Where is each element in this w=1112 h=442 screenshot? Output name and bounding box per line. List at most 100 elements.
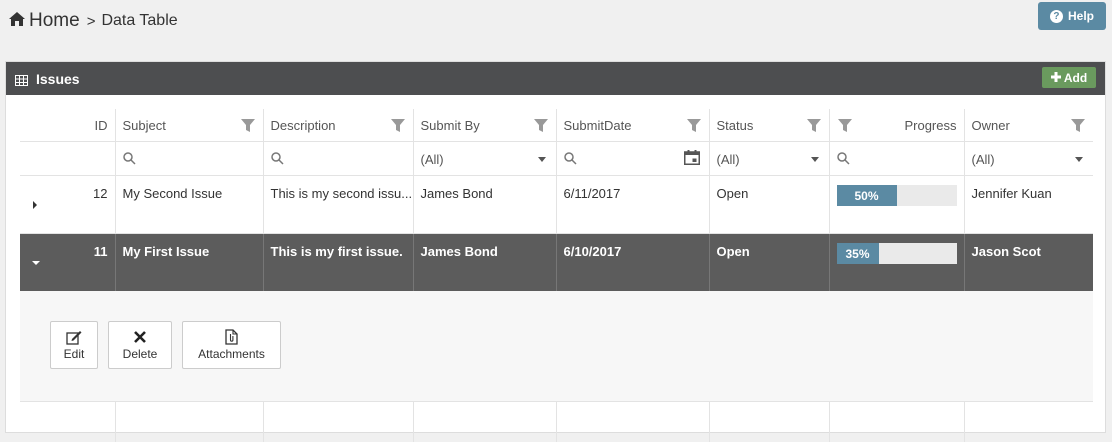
filter-owner[interactable]: (All) [964,142,1093,176]
column-header-subject[interactable]: Subject [115,109,263,142]
filter-select-value: (All) [421,152,444,167]
cell-owner: Jason Scot [964,234,1093,292]
panel-title: Issues [36,71,80,87]
cell-submit-by: James Bond [413,234,556,292]
cell-description: This is my second issu... [263,176,413,234]
issues-panel: Issues Add ID Subject Description Submit… [5,61,1106,433]
empty-cell [964,402,1093,442]
cell-subject: My Second Issue [115,176,263,234]
filter-submit-date[interactable] [556,142,709,176]
filter-funnel-icon[interactable] [687,119,701,135]
filter-funnel-icon[interactable] [807,119,821,135]
filter-funnel-icon[interactable] [241,119,255,135]
column-header-submit-date[interactable]: SubmitDate [556,109,709,142]
cell-value: Jennifer Kuan [972,186,1052,201]
cell-status: Open [709,234,829,292]
table-row-selected[interactable]: 11 My First Issue This is my first issue… [20,234,1093,292]
filter-progress[interactable] [829,142,964,176]
column-label: Owner [972,118,1010,133]
cell-owner: Jennifer Kuan [964,176,1093,234]
column-header-description[interactable]: Description [263,109,413,142]
cell-value: This is my first issue. [271,244,403,259]
edit-button-label: Edit [64,347,85,361]
cell-status: Open [709,176,829,234]
filter-status[interactable]: (All) [709,142,829,176]
filter-funnel-icon[interactable] [534,119,548,135]
question-circle-icon: ? [1050,10,1063,23]
column-header-progress[interactable]: Progress [829,109,964,142]
column-label: Progress [904,118,956,133]
breadcrumb-home-link[interactable]: Home [29,10,80,32]
row-detail-panel: Edit Delete Attachments [20,291,1093,402]
filter-description[interactable] [263,142,413,176]
cell-description: This is my first issue. [263,234,413,292]
filter-select-value: (All) [717,152,740,167]
attachments-button[interactable]: Attachments [182,321,281,369]
home-icon[interactable] [9,12,25,31]
empty-cell [263,402,413,442]
empty-cell [709,402,829,442]
header-row: ID Subject Description Submit By SubmitD… [20,109,1093,142]
cell-value: Jason Scot [972,244,1041,259]
table-row[interactable]: 12 My Second Issue This is my second iss… [20,176,1093,234]
plus-icon [1051,71,1061,85]
column-label: Status [717,118,754,133]
progress-bar: 50% [837,185,957,206]
cell-id: 12 [20,176,115,234]
filter-funnel-icon[interactable] [838,119,852,135]
filter-cell-id [20,142,115,176]
cell-subject: My First Issue [115,234,263,292]
filter-subject[interactable] [115,142,263,176]
filter-submit-by[interactable]: (All) [413,142,556,176]
add-button[interactable]: Add [1042,67,1096,88]
search-icon [123,152,136,168]
delete-button-label: Delete [123,347,158,361]
collapse-row-icon[interactable] [32,261,40,265]
cell-submit-by: James Bond [413,176,556,234]
cell-value: James Bond [421,186,493,201]
filter-funnel-icon[interactable] [391,119,405,135]
cell-value: This is my second issu... [271,186,413,201]
chevron-down-icon [811,157,819,162]
column-label: Submit By [421,118,480,133]
edit-button[interactable]: Edit [50,321,98,369]
row-detail: Edit Delete Attachments [20,291,1093,402]
column-label: Subject [123,118,166,133]
column-header-status[interactable]: Status [709,109,829,142]
chevron-down-icon [538,157,546,162]
breadcrumb-separator: > [87,13,96,30]
cell-value: 11 [94,244,108,259]
attachment-file-icon [225,329,238,345]
attachments-button-label: Attachments [198,347,265,361]
filter-row: (All) (All) (All) [20,142,1093,176]
empty-cell [20,402,115,442]
help-button-label: Help [1068,9,1094,23]
column-header-submit-by[interactable]: Submit By [413,109,556,142]
cell-value: My First Issue [123,244,210,259]
search-icon [564,152,577,168]
column-header-owner[interactable]: Owner [964,109,1093,142]
table-grid-icon [15,73,28,91]
delete-button[interactable]: Delete [108,321,172,369]
cell-value: Open [717,244,750,259]
empty-cell [556,402,709,442]
cell-progress: 35% [829,234,964,292]
cell-value: My Second Issue [123,186,223,201]
cell-id: 11 [20,234,115,292]
cell-value: 12 [93,186,107,201]
empty-cell [413,402,556,442]
expand-row-icon[interactable] [33,201,37,209]
help-button[interactable]: ? Help [1038,2,1106,30]
add-button-label: Add [1064,71,1087,85]
empty-cell [829,402,964,442]
progress-bar-fill: 35% [837,243,879,264]
issues-table: ID Subject Description Submit By SubmitD… [20,109,1093,442]
empty-cell [115,402,263,442]
column-header-id[interactable]: ID [20,109,115,142]
filter-funnel-icon[interactable] [1071,119,1085,135]
chevron-down-icon [1075,157,1083,162]
calendar-icon[interactable] [684,150,700,168]
cell-value: James Bond [421,244,498,259]
progress-bar: 35% [837,243,957,264]
cell-value: Open [717,186,749,201]
